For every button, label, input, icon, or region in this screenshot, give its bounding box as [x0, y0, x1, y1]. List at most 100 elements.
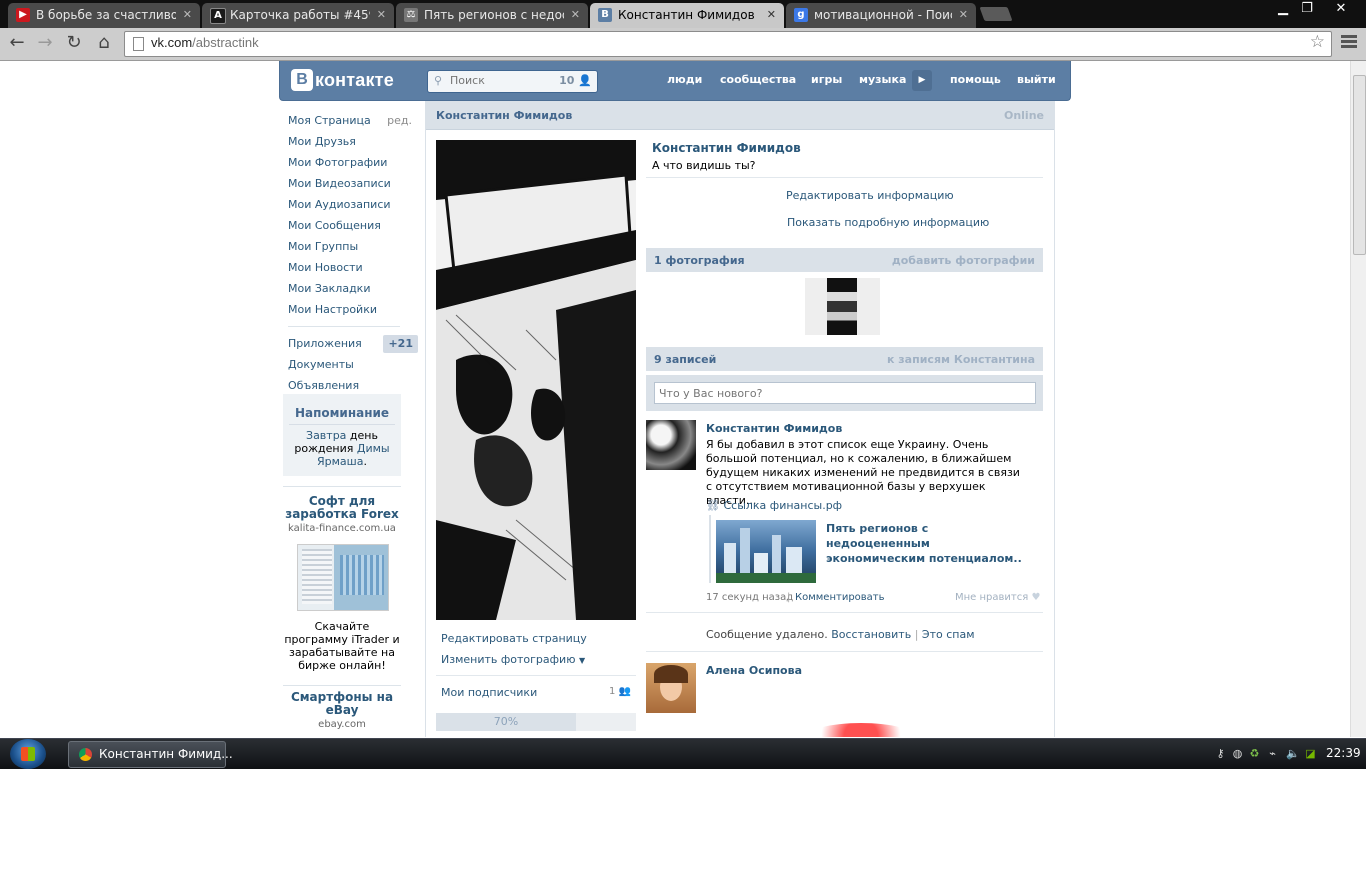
- browser-tab[interactable]: A Карточка работы #45985 ✕: [202, 3, 394, 28]
- reminder-date-link[interactable]: Завтра: [306, 429, 346, 442]
- close-tab-icon[interactable]: ✕: [183, 3, 192, 27]
- windows-logo-icon: [21, 747, 35, 761]
- menu-my-news[interactable]: Мои Новости: [288, 257, 420, 278]
- post-image-partial[interactable]: [806, 723, 916, 737]
- ad-title[interactable]: Смартфоны на eBay: [283, 691, 401, 717]
- play-icon[interactable]: ▶: [912, 70, 932, 91]
- restore-link[interactable]: Восстановить: [831, 628, 911, 641]
- menu-my-friends[interactable]: Мои Друзья: [288, 131, 420, 152]
- chrome-menu-icon[interactable]: [1341, 35, 1357, 50]
- post-attachment-link[interactable]: ⛓ Ссылка финансы.рф: [706, 499, 842, 512]
- network-icon[interactable]: ⚷: [1214, 747, 1227, 760]
- separator: |: [787, 592, 791, 603]
- restore-button[interactable]: ❐: [1292, 0, 1322, 20]
- photos-count[interactable]: 1 фотография: [654, 254, 745, 267]
- search-box[interactable]: ⚲ 10 👤: [427, 70, 598, 93]
- heart-icon: ♥: [1031, 592, 1041, 603]
- menu-my-groups[interactable]: Мои Группы: [288, 236, 420, 257]
- profile-main: Константин Фимидов Online Редактировать …: [425, 101, 1055, 737]
- menu-my-page[interactable]: Моя Страница ред.: [288, 110, 420, 131]
- like-button[interactable]: Мне нравится ♥: [955, 592, 1040, 603]
- people-icon: 👥: [618, 686, 632, 697]
- nav-communities[interactable]: сообщества: [720, 73, 796, 86]
- comment-link[interactable]: Комментировать: [795, 592, 885, 603]
- show-details-link[interactable]: Показать подробную информацию: [787, 216, 989, 229]
- close-window-button[interactable]: ✕: [1326, 0, 1356, 20]
- browser-tab[interactable]: ▶ В борьбе за счастливое д ✕: [8, 3, 200, 28]
- search-icon: ⚲: [434, 74, 443, 87]
- home-icon[interactable]: ⌂: [92, 32, 116, 56]
- browser-tab[interactable]: ⚖ Пять регионов с недооце ✕: [396, 3, 588, 28]
- edit-page-link[interactable]: Редактировать страницу: [441, 632, 587, 645]
- tray-icon[interactable]: ⌁: [1266, 747, 1279, 760]
- link-preview-title[interactable]: Пять регионов с недооцененным экономичес…: [826, 521, 1031, 566]
- change-photo-link[interactable]: Изменить фотографию ▼: [441, 653, 585, 666]
- browser-toolbar: ← → ↻ ⌂ vk.com/abstractink ☆: [0, 28, 1366, 61]
- google-icon: g: [794, 8, 808, 22]
- reminder-box: Напоминание Завтра день рождения Димы Яр…: [283, 394, 401, 476]
- nav-people[interactable]: люди: [667, 73, 702, 86]
- volume-icon[interactable]: 🔈: [1286, 747, 1300, 760]
- tab-strip: ▶ В борьбе за счастливое д ✕ A Карточка …: [0, 0, 1366, 28]
- tray-icon[interactable]: ♻: [1248, 747, 1261, 760]
- start-button[interactable]: [10, 739, 46, 769]
- add-photos-link[interactable]: добавить фотографии: [892, 254, 1035, 267]
- menu-my-audio[interactable]: Мои Аудиозаписи: [288, 194, 420, 215]
- nav-music[interactable]: музыка: [859, 73, 906, 86]
- wall-count[interactable]: 9 записей: [654, 353, 716, 366]
- nav-logout[interactable]: выйти: [1017, 73, 1056, 86]
- ad-domain: ebay.com: [318, 719, 366, 730]
- nav-help[interactable]: помощь: [950, 73, 1001, 86]
- post-author-avatar[interactable]: [646, 420, 696, 470]
- bookmark-star-icon[interactable]: ☆: [1310, 32, 1325, 52]
- nvidia-icon[interactable]: ◪: [1304, 747, 1317, 760]
- close-tab-icon[interactable]: ✕: [959, 3, 968, 27]
- reload-icon[interactable]: ↻: [62, 32, 86, 56]
- menu-ads[interactable]: Объявления: [288, 375, 420, 396]
- menu-documents[interactable]: Документы: [288, 354, 420, 375]
- post-time[interactable]: 17 секунд назад: [706, 592, 793, 603]
- profile-avatar[interactable]: [436, 140, 636, 620]
- avatar-illustration: [436, 140, 636, 620]
- scrollbar-thumb[interactable]: [1353, 75, 1366, 255]
- address-bar[interactable]: vk.com/abstractink ☆: [124, 31, 1332, 57]
- apps-badge: +21: [383, 335, 418, 353]
- ad-image[interactable]: [297, 544, 389, 611]
- all-posts-link[interactable]: к записям Константина: [887, 353, 1035, 366]
- post-author-avatar[interactable]: [646, 663, 696, 713]
- menu-my-settings[interactable]: Мои Настройки: [288, 299, 420, 320]
- close-tab-icon[interactable]: ✕: [377, 3, 386, 27]
- menu-my-messages[interactable]: Мои Сообщения: [288, 215, 420, 236]
- ad-title[interactable]: Софт для заработка Forex: [283, 495, 401, 521]
- edit-link[interactable]: ред.: [387, 110, 412, 131]
- edit-info-link[interactable]: Редактировать информацию: [786, 189, 954, 202]
- post-author[interactable]: Константин Фимидов: [706, 422, 842, 435]
- browser-tab[interactable]: g мотивационной - Поиск ✕: [786, 3, 976, 28]
- photo-thumbnail[interactable]: [805, 278, 880, 335]
- link-preview-image[interactable]: [716, 520, 816, 583]
- vertical-scrollbar[interactable]: [1350, 61, 1366, 737]
- profile-status[interactable]: А что видишь ты?: [652, 159, 756, 172]
- menu-my-videos[interactable]: Мои Видеозаписи: [288, 173, 420, 194]
- new-post-input[interactable]: [654, 382, 1036, 404]
- divider: [283, 685, 401, 686]
- taskbar-window-button[interactable]: Константин Фимид...: [68, 741, 233, 768]
- browser-tab-active[interactable]: В Константин Фимидов ✕: [590, 3, 784, 28]
- nav-games[interactable]: игры: [811, 73, 842, 86]
- close-tab-icon[interactable]: ✕: [767, 3, 776, 27]
- vk-logo[interactable]: Вконтакте: [291, 69, 394, 93]
- forward-icon[interactable]: →: [33, 32, 57, 56]
- tray-icon[interactable]: ◍: [1231, 747, 1244, 760]
- new-tab-button[interactable]: [979, 7, 1013, 21]
- menu-my-bookmarks[interactable]: Мои Закладки: [288, 278, 420, 299]
- menu-apps[interactable]: Приложения +21: [288, 333, 420, 354]
- menu-my-photos[interactable]: Мои Фотографии: [288, 152, 420, 173]
- search-input[interactable]: [448, 73, 562, 88]
- back-icon[interactable]: ←: [5, 32, 29, 56]
- clock[interactable]: 22:39: [1326, 746, 1361, 760]
- post-author[interactable]: Алена Осипова: [706, 664, 802, 677]
- close-tab-icon[interactable]: ✕: [571, 3, 580, 27]
- notifications-count[interactable]: 10 👤: [559, 74, 592, 87]
- spam-link[interactable]: Это спам: [922, 628, 975, 641]
- subscribers-link[interactable]: Мои подписчики: [441, 686, 537, 699]
